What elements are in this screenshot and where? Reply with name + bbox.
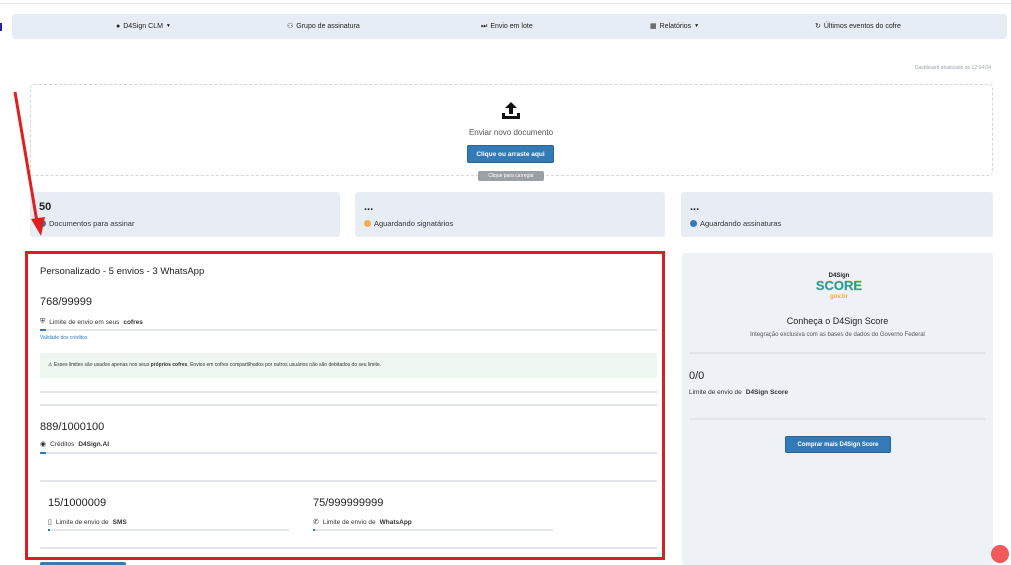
envios-progress-fill — [40, 329, 46, 331]
whatsapp-progress — [313, 529, 553, 531]
ai-credits-value: 889/1000100 — [40, 421, 105, 433]
ai-credits-progress — [40, 452, 657, 454]
score-title: Conheça o D4Sign Score — [786, 316, 889, 326]
nav-label: Últimos eventos do cofre — [823, 23, 901, 30]
stat-card-aguardando-assinaturas[interactable]: ... Aguardando assinaturas — [681, 192, 993, 237]
envios-label-text: Limite de envio em seus — [49, 318, 120, 326]
stat-label-row: Documentos para assinar — [39, 219, 134, 228]
nav-relatorios[interactable]: ▦ Relatórios ▼ — [650, 14, 699, 39]
report-icon: ▦ — [650, 23, 657, 30]
plan-panel: Personalizado - 5 envios - 3 WhatsApp 76… — [25, 251, 665, 560]
left-edge-marker — [0, 23, 2, 31]
stat-card-aguardando-signatarios[interactable]: ... Aguardando signatários — [355, 192, 665, 237]
section-divider — [689, 352, 985, 354]
section-divider — [40, 391, 657, 393]
stat-label: Documentos para assinar — [49, 219, 135, 228]
stat-label-row: Aguardando assinaturas — [690, 219, 781, 228]
sms-label-bold: SMS — [112, 518, 127, 526]
notice-prefix: Esses limites são usados apenas nos seus — [53, 362, 150, 368]
phone-icon: ▯ — [48, 519, 52, 526]
help-chat-button[interactable] — [991, 545, 1009, 563]
whatsapp-progress-fill — [313, 529, 315, 531]
top-navbar: ● D4Sign CLM ▼ ⚇ Grupo de assinatura ⏭ E… — [12, 14, 1007, 39]
nav-label: Grupo de assinatura — [296, 23, 360, 30]
sms-progress — [48, 529, 289, 531]
whatsapp-value: 75/999999999 — [313, 497, 384, 509]
nav-ultimos-eventos[interactable]: ↻ Últimos eventos do cofre — [815, 14, 901, 39]
envios-progress — [40, 329, 657, 331]
nav-label: Relatórios — [659, 23, 692, 30]
stat-value: 50 — [39, 201, 52, 213]
upload-icon — [502, 102, 520, 119]
nav-grupo-assinatura[interactable]: ⚇ Grupo de assinatura — [287, 14, 360, 39]
robot-icon: ◉ — [40, 441, 47, 448]
stat-label: Aguardando signatários — [374, 219, 454, 228]
whatsapp-label-bold: WhatsApp — [379, 518, 412, 526]
d4sign-score-logo: D4Sign SCORE gov.br — [816, 273, 863, 300]
dashboard-updated-text: Dashboard atualizado às 12:04:04 — [914, 65, 991, 71]
score-panel: D4Sign SCORE gov.br Conheça o D4Sign Sco… — [682, 253, 993, 565]
fast-forward-icon: ⏭ — [481, 23, 488, 30]
blue-dot-icon — [39, 220, 46, 227]
d4sign-icon: ● — [116, 23, 121, 30]
sms-progress-fill — [48, 529, 50, 531]
whatsapp-icon: ✆ — [313, 519, 319, 526]
sms-label: ▯ Limite de envio de SMS — [48, 518, 127, 527]
users-icon: ⚇ — [287, 23, 294, 30]
nav-label: Envio em lote — [490, 23, 533, 30]
notice-suffix: . Envios em cofres compartilhados por ou… — [187, 362, 382, 368]
sms-label-text: Limite de envio de — [55, 518, 109, 526]
ai-label-bold: D4Sign.AI — [78, 440, 110, 448]
envios-label-bold: cofres — [123, 318, 143, 326]
nav-label: D4Sign CLM — [123, 23, 163, 30]
section-divider — [40, 480, 657, 482]
stat-value: ... — [690, 201, 700, 213]
score-label-text: Limite de envio de — [689, 389, 742, 396]
nav-envio-lote[interactable]: ⏭ Envio em lote — [481, 14, 533, 39]
whatsapp-label-text: Limite de envio de — [322, 518, 376, 526]
validade-link[interactable]: Validade dos créditos — [40, 335, 87, 341]
envios-value: 768/99999 — [40, 296, 92, 308]
plan-title: Personalizado - 5 envios - 3 WhatsApp — [40, 266, 205, 277]
score-value: 0/0 — [689, 370, 705, 382]
svg-text:SCORE: SCORE — [816, 278, 863, 293]
orange-dot-icon — [364, 220, 371, 227]
ai-label-text: Créditos — [50, 440, 75, 448]
notice-bold: próprios cofres — [150, 362, 188, 368]
ai-credits-progress-fill — [40, 452, 46, 454]
section-divider — [40, 404, 657, 406]
stat-value: ... — [364, 201, 374, 213]
stat-card-documentos[interactable]: 50 Documentos para assinar — [30, 192, 340, 237]
top-border — [0, 3, 1011, 4]
ai-credits-label: ◉ Créditos D4Sign.AI — [40, 440, 110, 449]
shield-icon: ⛨ — [40, 318, 46, 325]
caret-down-icon: ▼ — [694, 23, 700, 29]
caret-down-icon: ▼ — [165, 23, 171, 29]
envios-label: ⛨ Limite de envio em seus cofres — [40, 318, 143, 326]
score-label: Limite de envio de D4Sign Score — [689, 389, 788, 396]
section-divider — [40, 547, 657, 549]
warning-icon: ⚠ — [48, 362, 53, 368]
stat-label-row: Aguardando signatários — [364, 219, 453, 228]
upload-tooltip: Clique para carregar — [478, 171, 544, 181]
stat-label: Aguardando assinaturas — [700, 219, 782, 228]
svg-text:gov.br: gov.br — [830, 294, 849, 300]
upload-title: Enviar novo documento — [468, 128, 554, 137]
buy-score-button[interactable]: Comprar mais D4Sign Score — [785, 436, 891, 453]
section-divider — [689, 418, 985, 420]
vault-notice: ⚠ Esses limites são usados apenas nos se… — [40, 353, 657, 378]
sms-value: 15/1000009 — [48, 497, 107, 509]
upload-button[interactable]: Clique ou arraste aqui — [467, 145, 554, 163]
score-label-bold: D4Sign Score — [745, 389, 789, 396]
score-subtitle: Integração exclusiva com as bases de dad… — [750, 332, 925, 338]
blue-dot-icon — [690, 220, 697, 227]
nav-d4sign-clm[interactable]: ● D4Sign CLM ▼ — [116, 14, 171, 39]
refresh-icon: ↻ — [815, 23, 821, 30]
whatsapp-label: ✆ Limite de envio de WhatsApp — [313, 518, 412, 527]
